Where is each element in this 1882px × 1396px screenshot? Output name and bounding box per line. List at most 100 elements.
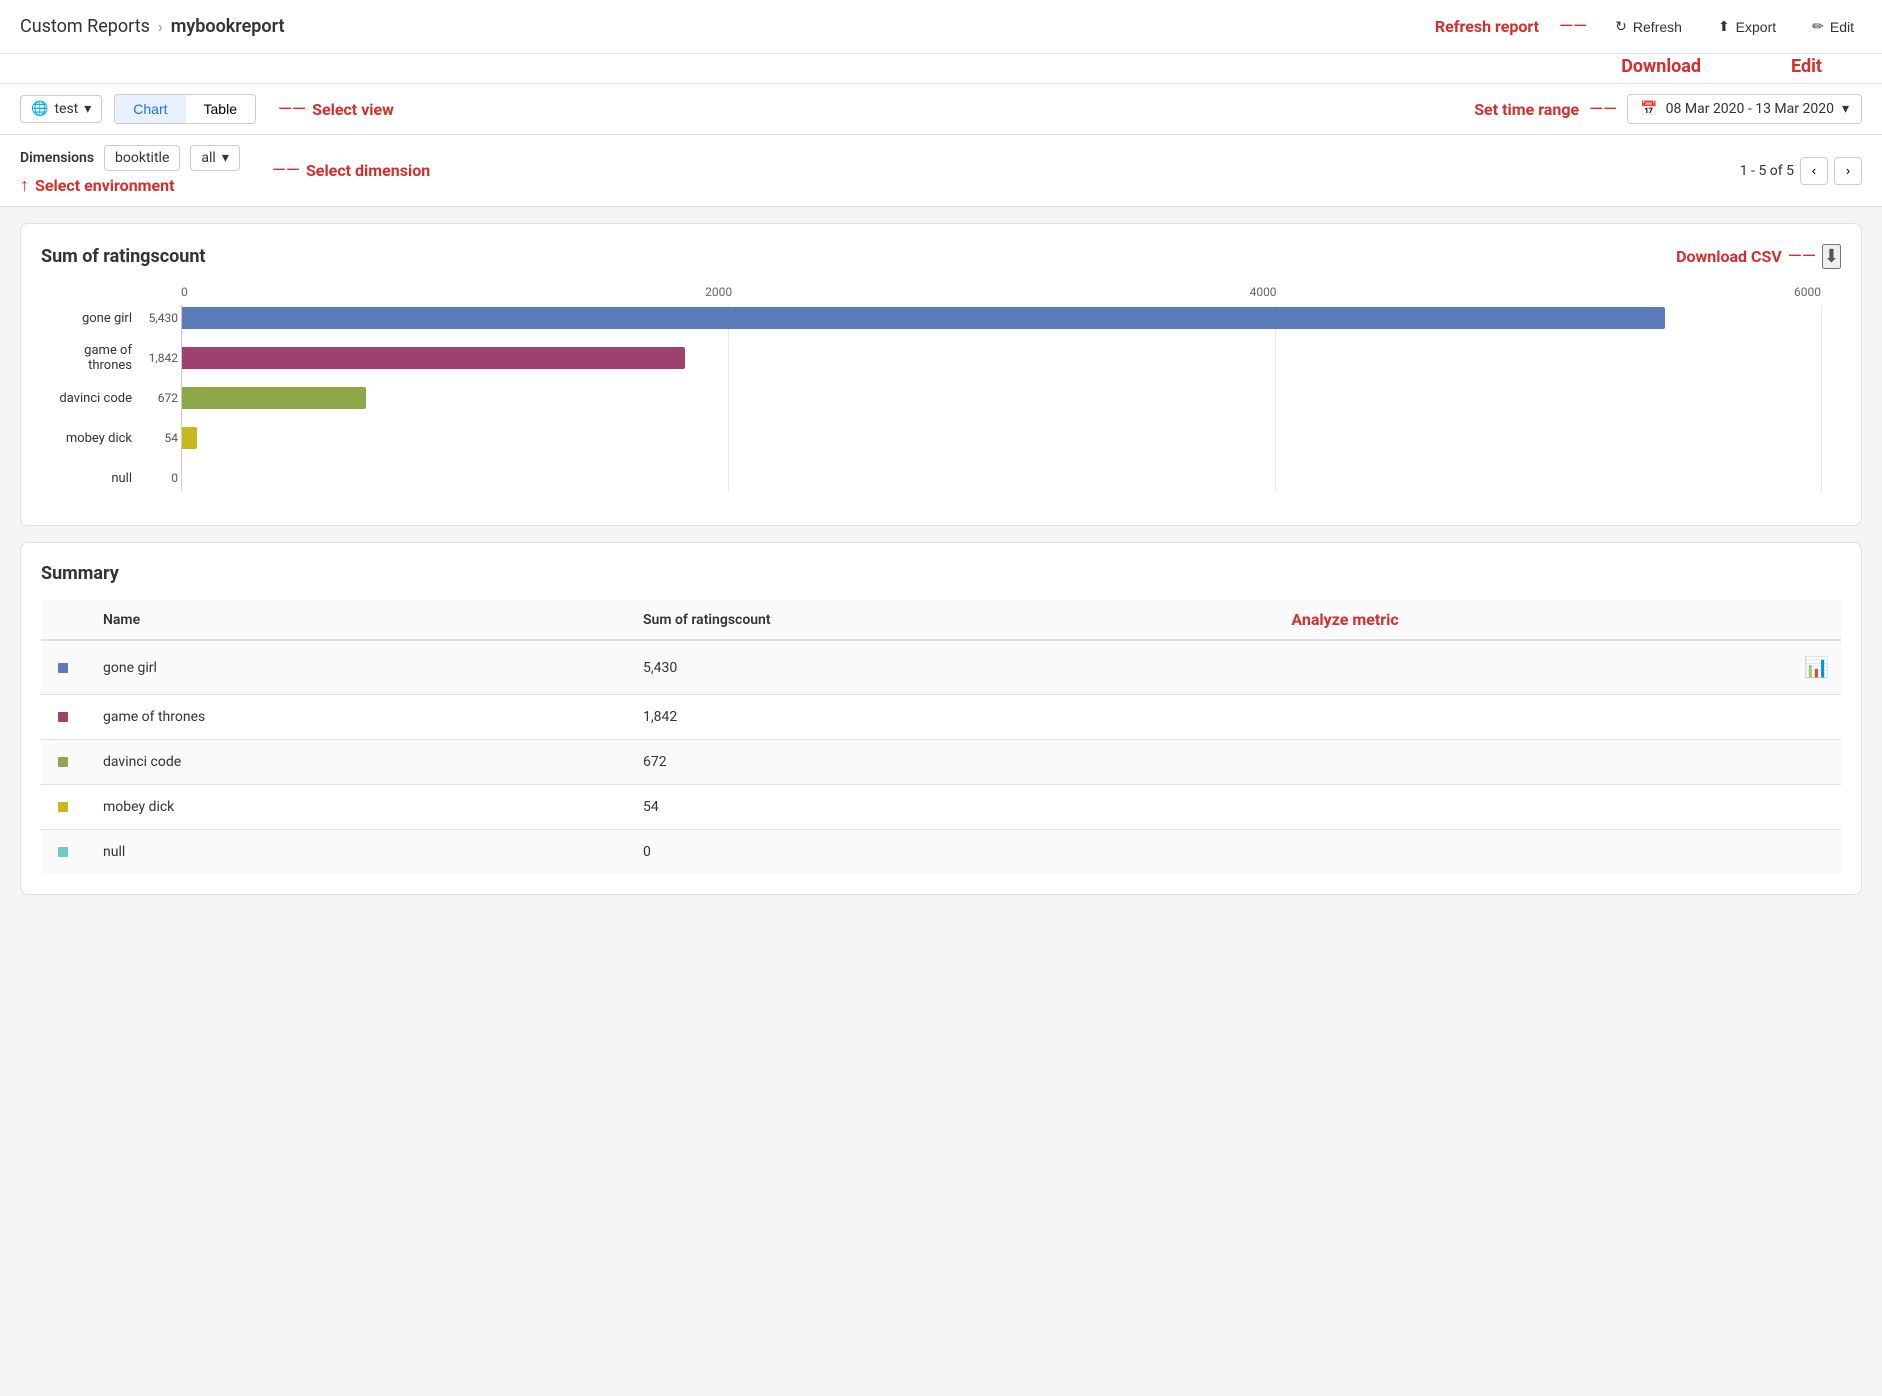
view-tabs: Chart Table — [114, 94, 256, 124]
bar-fill — [182, 427, 197, 449]
prev-page-button[interactable]: ‹ — [1800, 157, 1828, 185]
download-csv-icon: ⬇ — [1824, 246, 1839, 267]
axis-4000: 4000 — [1250, 285, 1277, 299]
globe-icon: 🌐 — [31, 101, 48, 117]
env-selector[interactable]: 🌐 test ▾ — [20, 95, 102, 123]
refresh-report-arrow: —— — [1559, 16, 1587, 37]
pagination-text: 1 - 5 of 5 — [1740, 163, 1794, 179]
axis-0: 0 — [181, 285, 188, 299]
table-row: davinci code672 — [41, 740, 1841, 785]
row-name-cell: game of thrones — [91, 695, 631, 740]
dimension-filter-chip[interactable]: all ▾ — [190, 145, 239, 171]
chart-card-header: Sum of ratingscount Download CSV —— ⬇ — [41, 244, 1841, 269]
refresh-label: Refresh — [1633, 19, 1682, 35]
dimensions-bar: Dimensions booktitle all ▾ ↑ Select envi… — [0, 135, 1882, 207]
select-dim-annotation: —— Select dimension — [272, 160, 430, 181]
row-metric-cell: 54 — [631, 785, 1279, 830]
analyze-button[interactable]: 📊 — [1804, 655, 1829, 680]
main-content: Sum of ratingscount Download CSV —— ⬇ 0 … — [0, 207, 1882, 911]
download-edit-annotations: Download Edit — [0, 54, 1882, 84]
toolbar: 🌐 test ▾ Chart Table —— Select view Set … — [0, 84, 1882, 135]
chart-container: 0 2000 4000 6000 gone girl5,430game of t… — [41, 285, 1841, 491]
prev-icon: ‹ — [1812, 163, 1816, 178]
row-analyze-cell — [1279, 785, 1841, 830]
table-row: game of thrones1,842 — [41, 695, 1841, 740]
summary-card-header: Summary — [41, 563, 1841, 584]
legend-dot — [58, 757, 68, 767]
bars-container: gone girl5,430game of thrones1,842davinc… — [181, 305, 1821, 491]
bar-value: 672 — [138, 391, 178, 405]
edit-label: Edit — [1830, 19, 1854, 35]
edit-button[interactable]: ✏ Edit — [1804, 14, 1862, 39]
dimensions-label: Dimensions — [20, 150, 94, 166]
summary-header-row: Name Sum of ratingscount Analyze metric — [41, 600, 1841, 640]
chart-title: Sum of ratingscount — [41, 246, 206, 267]
export-icon: ⬆ — [1718, 18, 1730, 35]
th-name: Name — [91, 600, 631, 640]
next-page-button[interactable]: › — [1834, 157, 1862, 185]
row-name-cell: gone girl — [91, 640, 631, 695]
summary-thead: Name Sum of ratingscount Analyze metric — [41, 600, 1841, 640]
export-label: Export — [1736, 19, 1776, 35]
bar-rows: gone girl5,430game of thrones1,842davinc… — [182, 305, 1821, 491]
export-button[interactable]: ⬆ Export — [1710, 14, 1784, 39]
time-range-value: 08 Mar 2020 - 13 Mar 2020 — [1666, 101, 1834, 117]
bar-label: gone girl — [42, 311, 132, 326]
legend-dot — [58, 712, 68, 722]
dim-filter-value: all — [201, 150, 215, 166]
bar-fill — [182, 387, 366, 409]
select-env-annotation-row: ↑ Select environment — [20, 175, 240, 196]
row-analyze-cell — [1279, 740, 1841, 785]
row-analyze-cell: 📊 — [1279, 640, 1841, 695]
chart-bar-row: gone girl5,430 — [182, 305, 1821, 331]
row-color-cell — [41, 740, 91, 785]
bar-value: 5,430 — [138, 311, 178, 325]
time-range-selector[interactable]: 📅 08 Mar 2020 - 13 Mar 2020 ▾ — [1627, 94, 1862, 124]
row-name-cell: null — [91, 830, 631, 875]
chart-bar-row: davinci code672 — [182, 385, 1821, 411]
header: Custom Reports › mybookreport Refresh re… — [0, 0, 1882, 54]
calendar-icon: 📅 — [1640, 101, 1657, 117]
bar-value: 0 — [138, 471, 178, 485]
row-metric-cell: 5,430 — [631, 640, 1279, 695]
row-analyze-cell — [1279, 830, 1841, 875]
time-range-arrow: —— — [1589, 99, 1617, 120]
table-row: mobey dick54 — [41, 785, 1841, 830]
set-time-range-annotation: Set time range — [1474, 100, 1579, 119]
select-dim-label: Select dimension — [306, 161, 430, 180]
download-csv-arrow: —— — [1788, 246, 1816, 267]
row-name-cell: davinci code — [91, 740, 631, 785]
dimension-chip[interactable]: booktitle — [104, 145, 180, 171]
breadcrumb-current: mybookreport — [171, 16, 285, 37]
legend-dot — [58, 847, 68, 857]
pagination: 1 - 5 of 5 ‹ › — [1740, 157, 1862, 185]
edit-annotation: Edit — [1791, 56, 1822, 77]
header-actions: Refresh report —— ↻ Refresh ⬆ Export ✏ E… — [1435, 14, 1862, 39]
row-color-cell — [41, 640, 91, 695]
grid-line-3 — [1821, 305, 1822, 491]
row-color-cell — [41, 785, 91, 830]
breadcrumb: Custom Reports › mybookreport — [20, 16, 285, 37]
chart-bar-row: null0 — [182, 465, 1821, 491]
download-csv-button[interactable]: ⬇ — [1822, 244, 1841, 269]
select-env-arrow: ↑ — [20, 175, 29, 196]
row-metric-cell: 1,842 — [631, 695, 1279, 740]
summary-card: Summary Name Sum of ratingscount Analyze… — [20, 542, 1862, 895]
summary-tbody: gone girl5,430 📊 game of thrones1,842davin… — [41, 640, 1841, 874]
breadcrumb-separator: › — [158, 17, 163, 36]
axis-labels: 0 2000 4000 6000 — [181, 285, 1821, 299]
download-csv-annotation: Download CSV — [1676, 247, 1782, 266]
chart-card: Sum of ratingscount Download CSV —— ⬇ 0 … — [20, 223, 1862, 526]
refresh-button[interactable]: ↻ Refresh — [1607, 14, 1690, 39]
refresh-icon: ↻ — [1615, 18, 1627, 35]
download-annotation: Download — [1621, 56, 1701, 77]
th-color — [41, 600, 91, 640]
table-tab[interactable]: Table — [186, 95, 255, 123]
filter-dropdown-icon: ▾ — [222, 150, 229, 166]
bar-label: null — [42, 471, 132, 486]
select-env-label: Select environment — [35, 176, 175, 195]
bar-value: 54 — [138, 431, 178, 445]
env-dropdown-icon: ▾ — [84, 101, 91, 117]
chart-tab[interactable]: Chart — [115, 95, 185, 123]
time-range-chevron: ▾ — [1842, 101, 1849, 117]
